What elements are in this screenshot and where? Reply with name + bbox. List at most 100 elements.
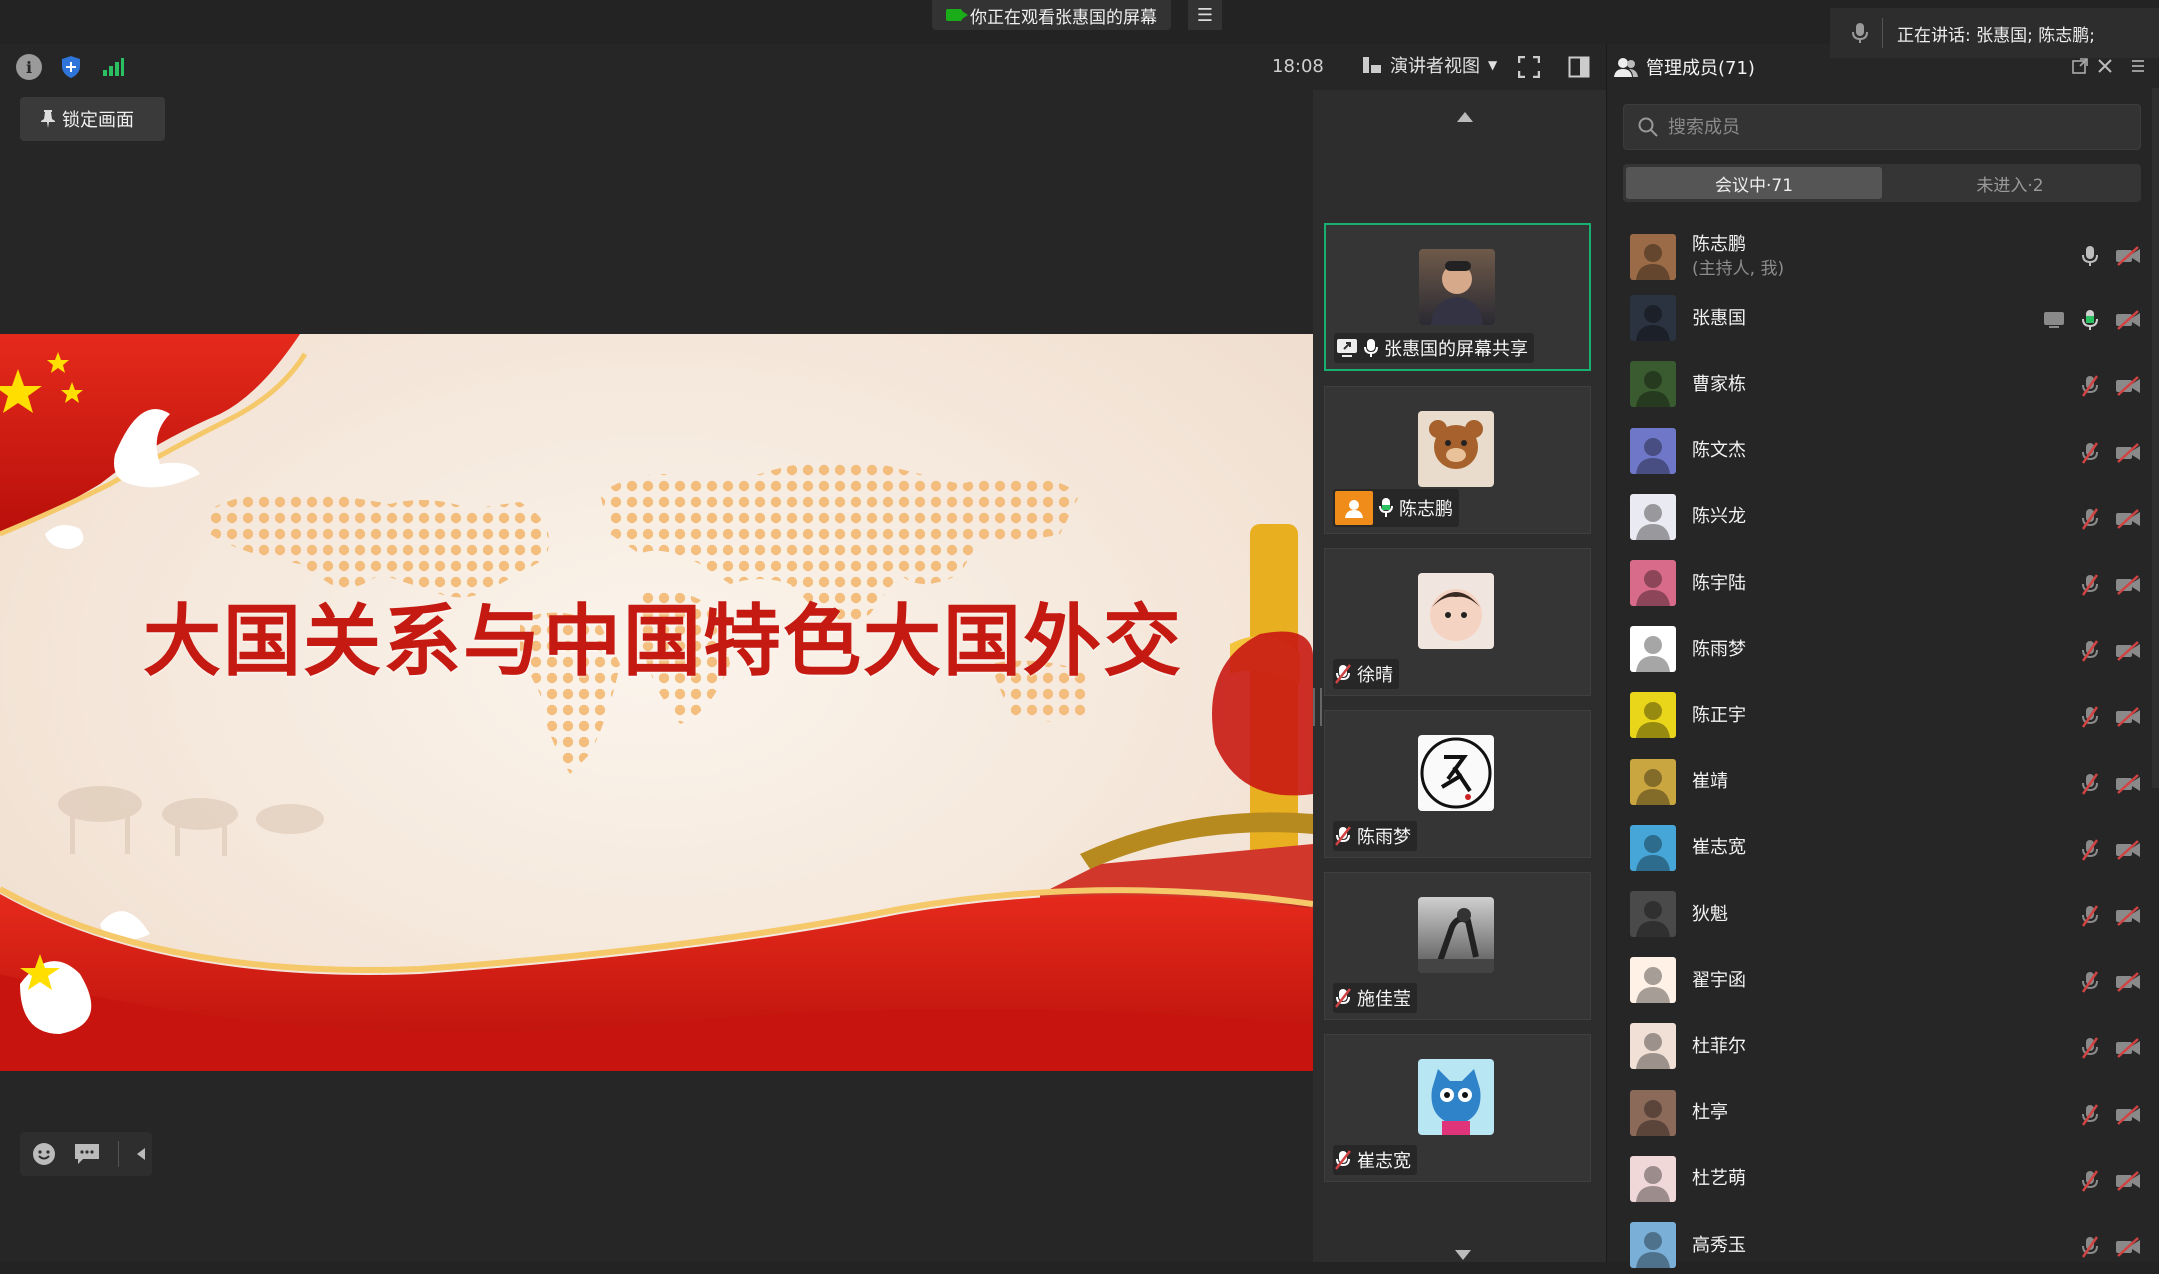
lock-screen-button[interactable]: 锁定画面: [20, 97, 165, 141]
member-row[interactable]: 狄魁: [1630, 885, 2145, 943]
fullscreen-icon[interactable]: [1517, 55, 1541, 82]
camera-off-icon[interactable]: [2115, 1237, 2141, 1261]
member-row[interactable]: 高秀玉: [1630, 1216, 2145, 1274]
camera-off-icon[interactable]: [2115, 1038, 2141, 1062]
avatar: [1418, 897, 1494, 973]
scroll-down-icon[interactable]: [1455, 1250, 1471, 1260]
member-name-block: 狄魁: [1692, 902, 1728, 927]
scrollbar[interactable]: [2152, 88, 2159, 788]
microphone-muted-icon[interactable]: [2081, 772, 2099, 799]
member-name: 陈文杰: [1692, 440, 1746, 462]
meeting-clock: 18:08: [1272, 56, 1324, 77]
microphone-muted-icon[interactable]: [2081, 971, 2099, 997]
video-tile[interactable]: 徐晴: [1324, 548, 1591, 696]
microphone-muted-icon[interactable]: [2081, 706, 2099, 732]
camera-off-icon[interactable]: [2115, 575, 2141, 599]
camera-off-icon[interactable]: [2115, 641, 2141, 665]
camera-off-icon[interactable]: [2115, 906, 2141, 930]
camera-off-icon[interactable]: [2115, 773, 2141, 798]
member-row[interactable]: 曹家栋: [1630, 355, 2145, 413]
member-controls: [2081, 1236, 2141, 1262]
member-row[interactable]: 杜亭: [1630, 1084, 2145, 1142]
signal-strength-icon[interactable]: [100, 54, 126, 80]
avatar: [1418, 735, 1494, 811]
member-search-input[interactable]: [1666, 115, 2120, 139]
resize-handle[interactable]: [1313, 688, 1322, 726]
microphone-muted-icon[interactable]: [2081, 1103, 2099, 1130]
member-row[interactable]: 杜艺萌: [1630, 1150, 2145, 1208]
video-tile[interactable]: 崔志宽: [1324, 1034, 1591, 1182]
screen-share-banner[interactable]: 你正在观看张惠国的屏幕: [932, 0, 1171, 30]
microphone-muted-icon[interactable]: [2081, 905, 2099, 931]
member-controls: [2081, 772, 2141, 799]
avatar: [1419, 249, 1495, 325]
microphone-icon[interactable]: [2081, 245, 2099, 271]
info-icon[interactable]: i: [16, 54, 42, 80]
member-search-field[interactable]: [1623, 104, 2141, 150]
member-name-block: 陈兴龙: [1692, 504, 1746, 529]
camera-off-icon[interactable]: [2115, 376, 2141, 400]
tab-not-joined[interactable]: 未进入·2: [1882, 167, 2138, 199]
scroll-up-icon[interactable]: [1457, 112, 1473, 122]
member-row[interactable]: 陈雨梦: [1630, 620, 2145, 678]
microphone-muted-icon[interactable]: [2081, 839, 2099, 865]
video-tile[interactable]: 施佳莹: [1324, 872, 1591, 1020]
tile-name-tag: 陈志鹏: [1333, 489, 1459, 527]
camera-off-icon[interactable]: [2115, 1170, 2141, 1195]
microphone-muted-icon[interactable]: [2081, 375, 2099, 401]
video-tile[interactable]: 陈志鹏: [1324, 386, 1591, 534]
collapse-left-icon[interactable]: [137, 1148, 145, 1160]
microphone-active-icon[interactable]: [2081, 309, 2099, 335]
camera-off-icon[interactable]: [2115, 1104, 2141, 1129]
camera-off-icon[interactable]: [2115, 839, 2141, 864]
member-name: 陈正宇: [1692, 704, 1746, 726]
camera-off-icon[interactable]: [2115, 707, 2141, 731]
microphone-muted-icon[interactable]: [2081, 441, 2099, 468]
camera-off-icon[interactable]: [2115, 442, 2141, 467]
sidebar-toggle-icon[interactable]: [1568, 56, 1590, 82]
member-name-block: 陈志鹏 (主持人, 我): [1692, 232, 1784, 282]
speaking-indicator: 正在讲话: 张惠国; 陈志鹏;: [1830, 8, 2159, 58]
camera-off-icon[interactable]: [2115, 972, 2141, 996]
microphone-muted-icon[interactable]: [2081, 574, 2099, 600]
tile-name-tag: 张惠国的屏幕共享: [1334, 333, 1534, 363]
camera-off-icon[interactable]: [2115, 310, 2141, 334]
emoji-icon[interactable]: [32, 1142, 56, 1166]
member-controls: [2081, 508, 2141, 534]
shield-icon[interactable]: [58, 54, 84, 80]
tab-in-meeting[interactable]: 会议中·71: [1626, 167, 1882, 199]
member-row[interactable]: 崔靖: [1630, 753, 2145, 811]
video-camera-icon: [946, 9, 968, 21]
chat-icon[interactable]: [74, 1143, 100, 1165]
member-name: 曹家栋: [1692, 373, 1746, 395]
member-row[interactable]: 崔志宽: [1630, 819, 2145, 877]
member-controls: [2081, 1037, 2141, 1063]
video-tile-screen-share[interactable]: 张惠国的屏幕共享: [1324, 223, 1591, 371]
microphone-muted-icon[interactable]: [2081, 1037, 2099, 1063]
speaker-view-dropdown[interactable]: 演讲者视图 ▼: [1362, 52, 1497, 78]
camera-off-icon[interactable]: [2115, 246, 2141, 270]
member-row[interactable]: 陈文杰: [1630, 422, 2145, 480]
member-row[interactable]: 杜菲尔: [1630, 1017, 2145, 1075]
camera-off-icon[interactable]: [2115, 508, 2141, 533]
video-tile[interactable]: 陈雨梦: [1324, 710, 1591, 858]
avatar: [1630, 234, 1676, 280]
member-row[interactable]: 陈正宇: [1630, 686, 2145, 744]
microphone-muted-icon[interactable]: [2081, 508, 2099, 534]
microphone-muted-icon[interactable]: [2081, 1236, 2099, 1262]
close-icon[interactable]: [2097, 58, 2113, 78]
microphone-muted-icon[interactable]: [2081, 1170, 2099, 1196]
tile-name: 张惠国的屏幕共享: [1384, 339, 1528, 360]
panel-menu-icon[interactable]: [2130, 58, 2146, 78]
member-row[interactable]: 张惠国: [1630, 289, 2145, 347]
popout-icon[interactable]: [2072, 58, 2088, 78]
member-row[interactable]: 翟宇函: [1630, 951, 2145, 1009]
avatar: [1418, 411, 1494, 487]
share-menu-icon[interactable]: ☰: [1188, 0, 1222, 30]
tile-name: 施佳莹: [1357, 989, 1411, 1010]
tile-name: 徐晴: [1357, 665, 1393, 686]
member-row[interactable]: 陈志鹏 (主持人, 我): [1630, 223, 2145, 291]
microphone-muted-icon[interactable]: [2081, 640, 2099, 666]
member-row[interactable]: 陈宇陆: [1630, 554, 2145, 612]
member-row[interactable]: 陈兴龙: [1630, 488, 2145, 546]
